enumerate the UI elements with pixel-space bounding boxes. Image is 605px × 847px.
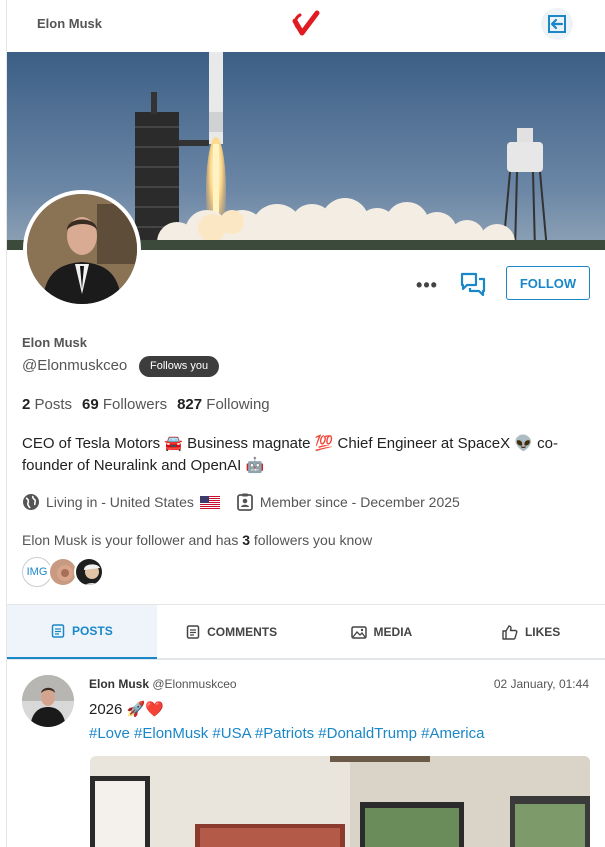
follows-you-badge: Follows you [139,356,220,377]
follow-button[interactable]: FOLLOW [506,266,590,300]
message-icon[interactable] [459,270,487,298]
profile-stats: 2 Posts 69 Followers 827 Following [22,396,270,413]
page-title: Elon Musk [37,16,103,31]
arrow-left-icon [548,15,566,33]
document-icon [51,624,65,638]
following-stat[interactable]: 827 Following [177,396,270,413]
post-text: 2026 🚀❤️ [89,701,164,718]
mutual-avatar[interactable] [74,557,104,587]
id-badge-icon [236,493,253,511]
profile-tabs: POSTS COMMENTS MEDIA LIKES [7,604,605,660]
location-text: Living in - United States [46,494,194,510]
tab-comments[interactable]: COMMENTS [157,605,307,659]
image-icon [350,626,367,639]
post-author-avatar[interactable] [22,675,74,727]
comment-document-icon [186,625,200,639]
app-logo-icon[interactable] [291,8,321,38]
post-author[interactable]: Elon Musk @Elonmuskceo [89,677,237,691]
profile-bio: CEO of Tesla Motors 🚘 Business magnate 💯… [22,435,558,474]
back-button[interactable] [541,8,573,40]
profile-page: Elon Musk ••• FOLLOW Elon Musk @Elonmusk… [6,0,605,847]
post-timestamp: 02 January, 01:44 [493,677,589,691]
globe-icon [23,494,39,510]
post-hashtags[interactable]: #Love #ElonMusk #USA #Patriots #DonaldTr… [89,725,484,742]
tab-media[interactable]: MEDIA [307,605,457,659]
profile-handle: @Elonmuskceo [22,357,128,374]
more-options-button[interactable]: ••• [415,273,439,297]
tab-posts[interactable]: POSTS [7,605,157,659]
us-flag-icon [199,495,220,509]
profile-avatar[interactable] [23,190,141,308]
tab-likes[interactable]: LIKES [456,605,605,659]
post-image[interactable] [90,756,590,847]
mutual-followers-text: Elon Musk is your follower and has 3 fol… [22,532,373,548]
posts-stat[interactable]: 2 Posts [22,396,72,413]
top-bar: Elon Musk [7,0,605,50]
profile-name: Elon Musk [22,335,88,350]
profile-meta: Living in - United States Member since -… [22,493,476,511]
member-since-text: Member since - December 2025 [259,494,460,510]
followers-stat[interactable]: 69 Followers [82,396,167,413]
thumbs-up-icon [502,624,518,640]
